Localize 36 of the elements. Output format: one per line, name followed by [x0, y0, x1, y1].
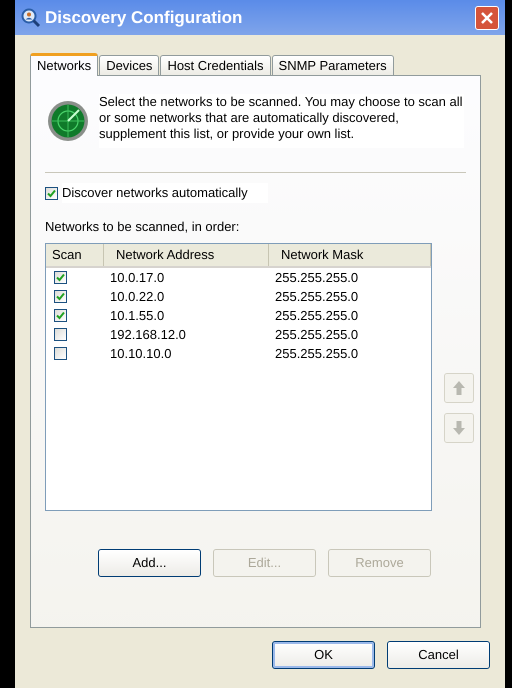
tab[interactable]: Devices — [99, 55, 160, 75]
table-cell-text: 10.1.55.0 — [109, 306, 166, 325]
table-cell-text: 255.255.255.0 — [274, 306, 358, 325]
checkbox-label: Discover networks automatically — [62, 183, 268, 203]
list-label: Networks to be scanned, in order: — [45, 218, 240, 236]
checkbox[interactable] — [54, 290, 67, 303]
window-title: Discovery Configuration — [45, 6, 244, 29]
list-button[interactable]: Add... — [98, 548, 201, 576]
column-header[interactable]: Network Address — [104, 244, 269, 266]
arrow-down-icon — [452, 420, 466, 436]
magnifier-icon — [21, 8, 41, 28]
table-cell-text: 10.0.17.0 — [109, 268, 166, 287]
arrow-up-icon — [452, 380, 466, 396]
table-cell-text: 255.255.255.0 — [274, 268, 358, 287]
tab[interactable]: SNMP Parameters — [272, 55, 394, 75]
checkbox[interactable] — [45, 186, 58, 200]
table-cell-text: 255.255.255.0 — [274, 344, 358, 363]
checkbox[interactable] — [54, 328, 67, 341]
checkbox[interactable] — [54, 309, 67, 322]
intro-text: Select the networks to be scanned. You may choose to scan all or some networks that are automatically discovered, supplement this list, or provide your own list. — [99, 94, 464, 148]
checkbox[interactable] — [54, 271, 67, 284]
close-icon — [481, 12, 493, 24]
checkbox[interactable] — [54, 347, 67, 360]
close-button[interactable] — [475, 6, 499, 30]
tab[interactable]: Host Credentials — [160, 55, 271, 75]
dialog-button[interactable]: OK — [272, 641, 375, 669]
table-cell-text: 255.255.255.0 — [274, 326, 358, 344]
column-header[interactable]: Scan — [46, 244, 104, 266]
table-cell-text: 10.0.22.0 — [109, 288, 166, 306]
table-cell-text: 255.255.255.0 — [274, 288, 358, 306]
radar-icon — [47, 100, 89, 142]
table-cell-text: 10.10.10.0 — [109, 344, 172, 363]
column-header[interactable]: Network Mask — [269, 244, 431, 266]
table-cell-text: 192.168.12.0 — [109, 326, 187, 344]
dialog-button[interactable]: Cancel — [387, 641, 490, 669]
tab[interactable]: Networks — [30, 53, 98, 76]
